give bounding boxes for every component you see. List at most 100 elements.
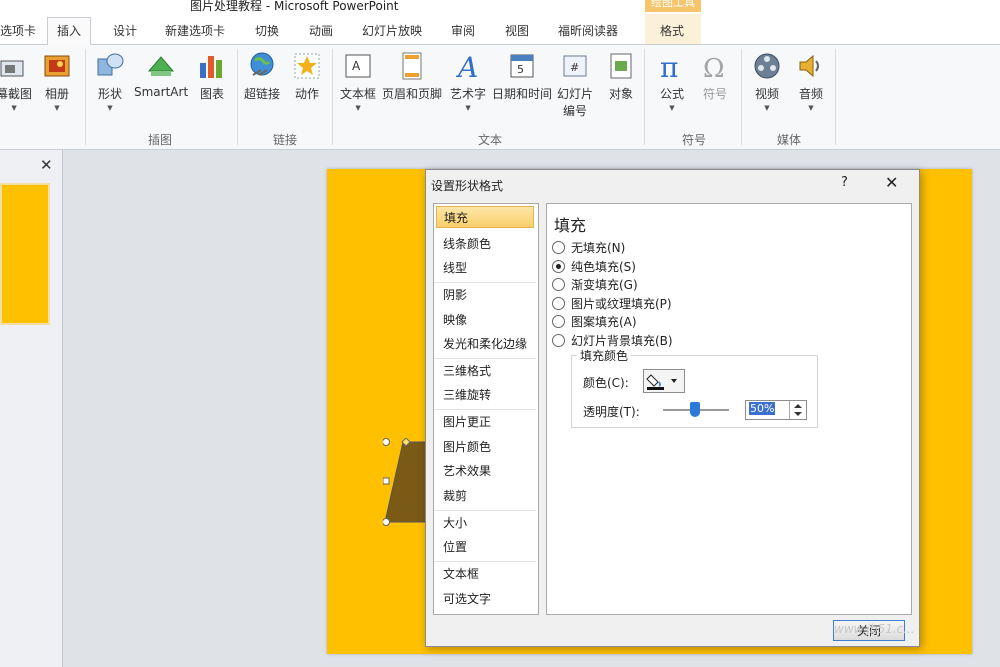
nav-divider — [434, 282, 536, 283]
pattern-fill-option[interactable]: 图案填充(A) — [552, 313, 637, 330]
spinner-buttons[interactable] — [789, 401, 806, 419]
slide-number-icon: # — [563, 55, 587, 77]
nav-fill[interactable]: 填充 — [436, 206, 534, 228]
slide-number-label: 幻灯片 — [557, 87, 594, 101]
tab-new[interactable]: 新建选项卡 — [165, 22, 225, 39]
radio-icon — [552, 315, 565, 328]
audio-button[interactable]: 音频 ▼ — [796, 51, 826, 112]
images-group-label: 插图 — [148, 133, 173, 147]
nav-glow-soft-edges[interactable]: 发光和柔化边缘 — [436, 333, 534, 355]
nav-artistic-effects[interactable]: 艺术效果 — [436, 460, 534, 482]
shapes-icon — [97, 53, 124, 76]
ribbon: 幕截图 ▼ 相册 ▼ 形状 ▼ SmartArt 图表 插图 超链接 动作 链接… — [0, 45, 1000, 150]
gradient-fill-option[interactable]: 渐变填充(G) — [552, 276, 638, 293]
group-divider — [644, 49, 645, 145]
tab-foxit[interactable]: 福昕阅读器 — [558, 22, 618, 39]
nav-divider — [434, 409, 536, 410]
tab-options[interactable]: 选项卡 — [0, 22, 36, 39]
nav-reflection[interactable]: 映像 — [436, 309, 534, 331]
object-button[interactable]: 对象 — [606, 51, 636, 102]
tab-animations[interactable]: 动画 — [309, 22, 333, 39]
media-group-label: 媒体 — [777, 133, 802, 147]
equation-button[interactable]: π 公式 ▼ — [657, 51, 687, 112]
symbol-button[interactable]: Ω 符号 — [700, 51, 730, 102]
action-button[interactable]: 动作 — [292, 51, 322, 102]
album-button[interactable]: 相册 ▼ — [42, 51, 72, 112]
header-footer-label: 页眉和页脚 — [382, 87, 443, 101]
svg-text:#: # — [570, 61, 579, 74]
datetime-label: 日期和时间 — [492, 87, 553, 101]
nav-line-color[interactable]: 线条颜色 — [436, 233, 534, 255]
picture-texture-fill-option[interactable]: 图片或纹理填充(P) — [552, 295, 672, 312]
tab-design[interactable]: 设计 — [113, 22, 137, 39]
section-title: 填充 — [554, 216, 587, 235]
wordart-button[interactable]: A 艺术字 ▼ — [450, 51, 486, 112]
chevron-down-icon: ▼ — [808, 104, 814, 112]
tab-view[interactable]: 视图 — [505, 22, 529, 39]
fill-settings-panel: 填充 无填充(N) 纯色填充(S) 渐变填充(G) 图片或纹理填充(P) 图案填… — [546, 203, 912, 615]
hyperlink-button[interactable]: 超链接 — [244, 51, 280, 102]
slide-thumbnail[interactable] — [0, 183, 50, 325]
pattern-fill-label: 图案填充(A) — [571, 315, 637, 329]
equation-label: 公式 — [659, 87, 684, 101]
audio-label: 音频 — [798, 87, 823, 101]
header-footer-button[interactable]: 页眉和页脚 — [382, 51, 442, 102]
nav-alt-text[interactable]: 可选文字 — [436, 588, 534, 610]
object-label: 对象 — [608, 87, 633, 101]
close-icon[interactable]: ✕ — [40, 156, 53, 174]
nav-divider — [434, 358, 536, 359]
nav-shadow[interactable]: 阴影 — [436, 284, 534, 306]
video-label: 视频 — [754, 87, 779, 101]
svg-text:π: π — [660, 51, 678, 81]
nav-crop[interactable]: 裁剪 — [436, 485, 534, 507]
group-divider — [237, 49, 238, 145]
tab-review[interactable]: 审阅 — [451, 22, 475, 39]
video-button[interactable]: 视频 ▼ — [752, 51, 782, 112]
album-label: 相册 — [44, 87, 69, 101]
calendar-icon: 5 — [510, 54, 534, 78]
picture-texture-fill-label: 图片或纹理填充(P) — [571, 297, 672, 311]
shapes-button[interactable]: 形状 ▼ — [95, 51, 125, 112]
no-fill-option[interactable]: 无填充(N) — [552, 239, 625, 256]
slide-number-button[interactable]: # 幻灯片 编号 — [557, 51, 593, 119]
close-icon[interactable]: ✕ — [885, 173, 898, 192]
tab-insert[interactable]: 插入 — [47, 17, 92, 46]
nav-divider — [434, 561, 536, 562]
tab-format[interactable]: 格式 — [660, 22, 684, 39]
nav-picture-color[interactable]: 图片颜色 — [436, 436, 534, 458]
bar-chart-icon — [200, 56, 222, 78]
group-divider — [332, 49, 333, 145]
selected-trapezoid-shape[interactable] — [383, 438, 431, 526]
object-icon — [610, 53, 632, 79]
watermark-text: www.jb51.c... — [834, 622, 915, 636]
transparency-spinner[interactable]: 50% — [745, 400, 807, 420]
nav-line-style[interactable]: 线型 — [436, 257, 534, 279]
smartart-button[interactable]: SmartArt — [134, 51, 188, 99]
transparency-value[interactable]: 50% — [749, 402, 776, 415]
pi-icon: π — [660, 51, 678, 81]
transparency-slider-thumb[interactable] — [690, 402, 700, 417]
star-action-icon — [294, 53, 320, 79]
datetime-button[interactable]: 5 日期和时间 — [492, 51, 552, 102]
tab-slideshow[interactable]: 幻灯片放映 — [362, 22, 422, 39]
nav-position[interactable]: 位置 — [436, 536, 534, 558]
chart-button[interactable]: 图表 — [197, 51, 227, 102]
chevron-down-icon: ▼ — [54, 104, 60, 112]
nav-picture-corrections[interactable]: 图片更正 — [436, 411, 534, 433]
header-footer-icon — [402, 52, 422, 80]
textbox-button[interactable]: A 文本框 ▼ — [340, 51, 376, 112]
screenshot-button[interactable]: 幕截图 ▼ — [0, 51, 32, 112]
nav-size[interactable]: 大小 — [436, 512, 534, 534]
color-picker-button[interactable] — [643, 369, 685, 393]
nav-text-box[interactable]: 文本框 — [436, 563, 534, 585]
nav-3d-rotation[interactable]: 三维旋转 — [436, 384, 534, 406]
speaker-icon — [799, 54, 819, 78]
wordart-icon: A — [455, 51, 478, 81]
nav-divider — [434, 510, 536, 511]
solid-fill-option[interactable]: 纯色填充(S) — [552, 258, 636, 275]
radio-icon — [552, 297, 565, 310]
help-icon[interactable]: ? — [841, 175, 848, 190]
nav-3d-format[interactable]: 三维格式 — [436, 360, 534, 382]
paint-bucket-icon — [646, 374, 677, 390]
tab-transitions[interactable]: 切换 — [255, 22, 279, 39]
